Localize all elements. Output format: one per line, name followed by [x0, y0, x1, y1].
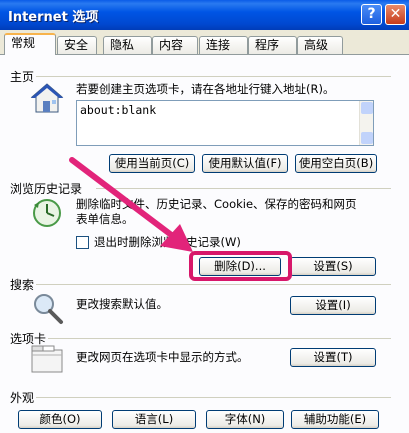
scroll-down-arrow[interactable] [361, 132, 373, 144]
appearance-separator [36, 397, 391, 398]
delete-on-exit-label: 退出时删除浏览历史记录(W) [94, 235, 241, 249]
help-button[interactable]: ? [361, 4, 382, 25]
search-separator [36, 284, 391, 285]
tab-content[interactable]: 内容 [152, 36, 198, 54]
history-settings-button[interactable]: 设置(S) [290, 257, 376, 276]
accessibility-button[interactable]: 辅助功能(E) [291, 410, 379, 429]
tab-security[interactable]: 安全 [57, 36, 97, 54]
tabs-separator [48, 338, 391, 339]
appearance-group-label: 外观 [10, 391, 35, 405]
tab-privacy[interactable]: 隐私 [103, 36, 152, 54]
colors-button[interactable]: 颜色(O) [18, 410, 102, 429]
use-default-button[interactable]: 使用默认值(F) [202, 154, 288, 173]
tab-general[interactable]: 常规 [4, 33, 56, 55]
magnifier-icon [30, 291, 64, 328]
url-scrollbar[interactable] [359, 101, 373, 145]
history-description-line1: 删除临时文件、历史记录、Cookie、保存的密码和网页 [76, 197, 357, 211]
history-separator [96, 188, 391, 189]
scroll-up-arrow[interactable] [361, 102, 373, 114]
history-clock-icon [30, 197, 64, 232]
home-separator [36, 76, 391, 77]
search-description: 更改搜索默认值。 [76, 297, 168, 311]
tabs-description: 更改网页在选项卡中显示的方式。 [76, 350, 249, 364]
fonts-button[interactable]: 字体(N) [206, 410, 284, 429]
use-current-button[interactable]: 使用当前页(C) [109, 154, 195, 173]
house-icon [30, 82, 64, 117]
close-button[interactable]: ✕ [385, 4, 406, 25]
tabbed-browsing-icon [30, 344, 64, 377]
use-blank-button[interactable]: 使用空白页(B) [295, 154, 377, 173]
tab-advanced[interactable]: 高级 [297, 36, 343, 54]
history-group-label: 浏览历史记录 [10, 182, 83, 196]
tab-programs[interactable]: 程序 [248, 36, 297, 54]
home-url-textarea[interactable]: about:blank [76, 100, 374, 146]
home-description: 若要创建主页选项卡，请在各地址行键入地址(R)。 [76, 82, 335, 96]
search-settings-button[interactable]: 设置(I) [290, 296, 376, 315]
annotation-highlight-box [189, 251, 292, 281]
tab-connections[interactable]: 连接 [199, 36, 248, 54]
languages-button[interactable]: 语言(L) [112, 410, 196, 429]
history-description-line2: 表单信息。 [76, 212, 134, 226]
delete-on-exit-checkbox[interactable] [76, 236, 89, 249]
window-title: Internet 选项 [8, 10, 99, 25]
tabs-settings-button[interactable]: 设置(T) [290, 348, 376, 367]
title-bar: Internet 选项 ? ✕ [0, 0, 409, 30]
home-url-value: about:blank [80, 103, 157, 117]
tab-bar: 常规 安全 隐私 内容 连接 程序 高级 [0, 30, 409, 55]
